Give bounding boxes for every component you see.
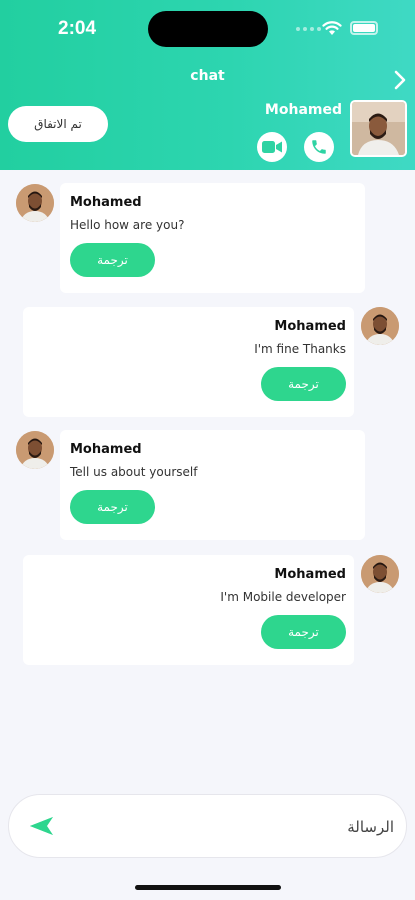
message-text: Hello how are you? [70, 218, 185, 232]
chevron-right-icon[interactable] [393, 70, 407, 90]
home-indicator [135, 885, 281, 890]
message-bubble: Mohamed Hello how are you? ترجمة [60, 183, 365, 293]
message-bubble: Mohamed I'm fine Thanks ترجمة [23, 307, 354, 417]
message-composer [8, 794, 407, 858]
status-time: 2:04 [58, 18, 97, 39]
agreed-button[interactable]: تم الاتفاق [8, 106, 108, 142]
avatar-photo-icon [16, 431, 54, 469]
wifi-icon [322, 21, 342, 35]
message-sender: Mohamed [70, 442, 142, 457]
translate-button[interactable]: ترجمة [70, 243, 155, 277]
chat-header: 2:04 chat تم الاتفاق Mohamed [0, 0, 415, 170]
message-text: I'm Mobile developer [220, 590, 346, 604]
battery-icon [350, 21, 378, 35]
avatar-photo-icon [361, 307, 399, 345]
message-sender: Mohamed [70, 195, 142, 210]
avatar-photo-icon [352, 102, 405, 155]
video-camera-icon [262, 141, 282, 153]
message-bubble: Mohamed Tell us about yourself ترجمة [60, 430, 365, 540]
phone-icon [312, 140, 326, 154]
message-text: Tell us about yourself [70, 465, 198, 479]
contact-name: Mohamed [264, 102, 342, 118]
message-text: I'm fine Thanks [254, 342, 346, 356]
translate-button[interactable]: ترجمة [261, 615, 346, 649]
avatar-photo-icon [361, 555, 399, 593]
send-icon[interactable] [29, 815, 55, 837]
translate-button[interactable]: ترجمة [70, 490, 155, 524]
message-bubble: Mohamed I'm Mobile developer ترجمة [23, 555, 354, 665]
contact-avatar[interactable] [350, 100, 407, 157]
page-title: chat [190, 68, 225, 84]
sender-avatar [16, 184, 54, 222]
signal-icon [296, 27, 321, 31]
message-sender: Mohamed [274, 567, 346, 582]
video-call-button[interactable] [257, 132, 287, 162]
voice-call-button[interactable] [304, 132, 334, 162]
message-sender: Mohamed [274, 319, 346, 334]
message-input[interactable] [69, 813, 394, 841]
sender-avatar [361, 307, 399, 345]
sender-avatar [361, 555, 399, 593]
translate-button[interactable]: ترجمة [261, 367, 346, 401]
dynamic-island [148, 11, 268, 47]
sender-avatar [16, 431, 54, 469]
avatar-photo-icon [16, 184, 54, 222]
